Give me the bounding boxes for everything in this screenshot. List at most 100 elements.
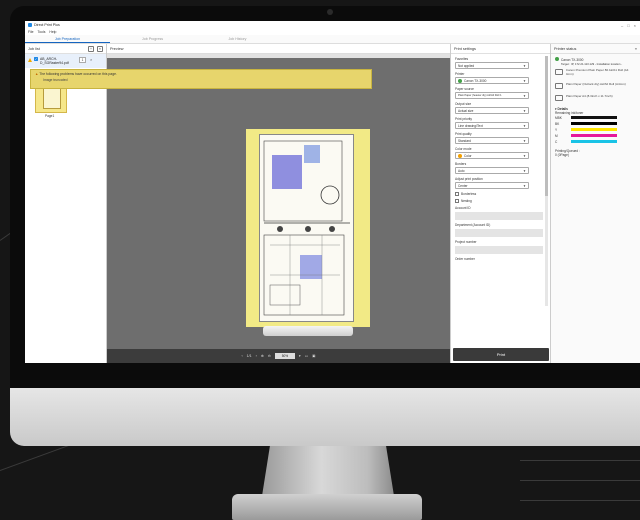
paper-roll-indicator (263, 326, 353, 336)
minimize-icon[interactable]: – (621, 23, 623, 28)
menu-help[interactable]: Help (49, 30, 56, 34)
borderless-checkbox[interactable]: Borderless (455, 192, 546, 196)
prev-page-icon[interactable]: ‹ (241, 354, 242, 358)
account-field: Account ID (451, 206, 550, 220)
warning-detail: Image truncated (43, 78, 68, 82)
preview-ruler (107, 54, 450, 58)
printer-select[interactable]: Canon TX-3000 ▼ (455, 77, 529, 84)
ink-level-bar (571, 128, 617, 132)
nesting-label: Nesting (461, 199, 472, 203)
maximize-icon[interactable]: □ (627, 23, 629, 28)
tab-job-preparation[interactable]: Job Preparation (25, 35, 110, 43)
printer-value: Canon TX-3000 (464, 78, 487, 83)
position-select[interactable]: Center ▼ (455, 182, 529, 189)
borders-select[interactable]: Auto ▼ (455, 167, 529, 174)
add-job-icon[interactable]: + (88, 45, 94, 52)
paper-source-field: Paper source Plain Paper (heavier dty) A… (451, 87, 550, 99)
account-id-label: Account ID (455, 206, 471, 210)
ink-name: Y (555, 127, 558, 132)
menu-tools[interactable]: Tools (37, 30, 45, 34)
drawing-sheet (259, 134, 354, 322)
remove-job-icon[interactable]: × (90, 57, 92, 62)
list-view-icon[interactable]: ≡ (97, 45, 103, 52)
page-indicator: 1/1 (246, 354, 252, 358)
details-label: Details (557, 106, 568, 111)
chevron-down-icon: ▼ (523, 153, 526, 158)
department-field: Department (Account ID) (451, 223, 550, 237)
project-label: Project number (455, 240, 477, 244)
paper-source-select[interactable]: Plain Paper (heavier dty) A2/A0 Roll 1 ▼ (455, 92, 529, 99)
media-label: Canon Premium Plain Paper 80 A2/A1 Roll … (565, 68, 629, 76)
copies-input[interactable]: 1 (79, 57, 86, 63)
title-bar: Direct Print Plus – □ × (25, 21, 640, 29)
borderless-label: Borderless (461, 192, 477, 196)
scene: Direct Print Plus – □ × File Tools Help … (0, 0, 640, 520)
project-input[interactable] (455, 246, 543, 254)
printer-label: Printer (455, 72, 465, 76)
next-page-icon[interactable]: › (256, 354, 257, 358)
zoom-in-icon[interactable]: ⊕ (261, 354, 264, 358)
printer-field: Printer Canon TX-3000 ▼ (451, 72, 550, 84)
color-mode-select[interactable]: Color ▼ (455, 152, 529, 159)
ink-level-bar (571, 134, 617, 138)
order-label: Order number (455, 257, 475, 261)
floor-plan-drawing (263, 140, 350, 316)
ink-level-bar (571, 116, 617, 120)
ink-name: BK (555, 121, 560, 126)
color-mode-field: Color mode Color ▼ (451, 147, 550, 159)
order-field: Order number (451, 257, 550, 261)
priority-select[interactable]: Line drawing/Text ▼ (455, 122, 529, 129)
ink-list: MBK BK Y M C (551, 115, 640, 145)
preview-toolbar: ‹ 1/1 › ⊕ ⊖ 50% ▾ ▭ ▣ (107, 349, 450, 363)
printer-status-title: Printer status (554, 46, 577, 51)
department-input[interactable] (455, 229, 543, 237)
favorites-label: Favorites (455, 57, 469, 61)
media-item: Canon Premium Plain Paper 80 A2/A1 Roll … (551, 66, 640, 80)
chevron-down-icon: ▼ (523, 78, 526, 83)
warning-icon: ▲ (35, 72, 39, 76)
collapse-icon[interactable]: » (635, 46, 637, 51)
chevron-down-icon: ▼ (523, 123, 526, 128)
job-list-title: Job list (28, 46, 40, 51)
close-icon[interactable]: × (634, 23, 636, 28)
chevron-down-icon: ▼ (523, 138, 526, 143)
media-label: Plain Paper A4 (8.3inch x 11.7inch) (566, 93, 613, 98)
chevron-down-icon: ▼ (523, 108, 526, 113)
project-field: Project number (451, 240, 550, 254)
nesting-checkbox[interactable]: Nesting (455, 199, 546, 203)
fit-page-icon[interactable]: ▭ (305, 354, 308, 358)
job-checkbox[interactable]: ✓ (34, 57, 38, 61)
zoom-dropdown-icon[interactable]: ▾ (299, 354, 301, 358)
menu-file[interactable]: File (28, 30, 33, 34)
tab-job-progress[interactable]: Job Progress (110, 35, 195, 43)
output-size-select[interactable]: Actual size ▼ (455, 107, 529, 114)
ink-name: M (555, 133, 558, 138)
camera (327, 9, 333, 15)
tab-job-history[interactable]: Job History (195, 35, 280, 43)
zoom-out-icon[interactable]: ⊖ (268, 354, 271, 358)
tab-bar: Job Preparation Job Progress Job History (25, 35, 640, 44)
window-controls: – □ × (621, 23, 640, 28)
priority-field: Print priority Line drawing/Text ▼ (451, 117, 550, 129)
paper-source-label: Paper source (455, 87, 474, 91)
fit-width-icon[interactable]: ▣ (312, 354, 315, 358)
ink-level-bar (571, 140, 617, 144)
job-item[interactable]: ✓ AB_ARCH-D_SGRaster94.pdf 1 × (25, 54, 106, 68)
account-id-input[interactable] (455, 212, 543, 220)
output-size-label: Output size (455, 102, 472, 106)
favorites-select[interactable]: Not applied ▼ (455, 62, 529, 69)
print-button[interactable]: Print (453, 348, 549, 361)
settings-scrollbar[interactable] (545, 56, 548, 306)
department-label: Department (Account ID) (455, 223, 491, 227)
printer-status-panel: Printer status » Canon TX-3000 Target : … (550, 44, 640, 363)
warning-bar: ▲ The following problems have occurred o… (30, 69, 372, 89)
paper-source-value: Plain Paper (heavier dty) A2/A0 Roll 1 (458, 93, 502, 97)
position-field: Adjust print position Center ▼ (451, 177, 550, 189)
priority-value: Line drawing/Text (458, 123, 483, 128)
zoom-input[interactable]: 50% (274, 353, 295, 359)
chevron-down-icon: ▼ (523, 93, 526, 98)
quality-select[interactable]: Standard ▼ (455, 137, 529, 144)
warning-text: The following problems have occurred on … (39, 72, 117, 76)
document-preview[interactable] (246, 129, 370, 327)
position-value: Center (458, 183, 468, 188)
